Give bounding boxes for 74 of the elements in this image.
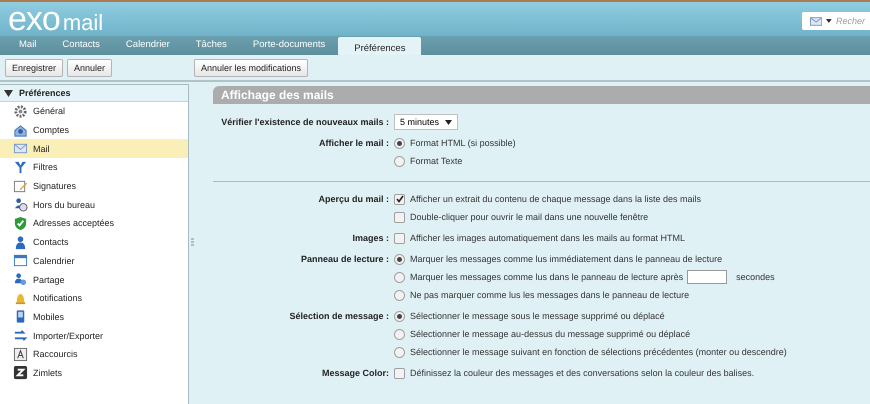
- radio-button[interactable]: [394, 254, 405, 264]
- option-label: Afficher un extrait du contenu de chaque message dans la liste des mails: [410, 194, 702, 204]
- item-icon: [13, 178, 28, 194]
- radio-button[interactable]: [394, 156, 405, 166]
- seconds-label: secondes: [736, 272, 775, 282]
- item-icon: [13, 104, 28, 119]
- toolbar-button[interactable]: Enregistrer: [5, 58, 64, 76]
- sidebar-item[interactable]: Comptes: [0, 120, 188, 140]
- item-icon: [13, 365, 28, 380]
- item-icon: [13, 234, 28, 250]
- checkbox[interactable]: [394, 194, 405, 204]
- search-field[interactable]: Recher: [802, 12, 870, 30]
- option-label: Définissez la couleur des messages et des conversations selon la couleur des balises.: [410, 368, 754, 378]
- radio-button[interactable]: [394, 310, 405, 322]
- radio-button[interactable]: [394, 346, 405, 358]
- setting-label: Afficher le mail :: [318, 137, 389, 150]
- interval-dropdown[interactable]: 5 minutes: [394, 114, 458, 130]
- setting-label: Panneau de lecture :: [300, 253, 389, 266]
- item-icon: [13, 272, 28, 288]
- checkbox[interactable]: [394, 368, 405, 378]
- setting-label: Images :: [352, 232, 389, 245]
- sidebar-item[interactable]: Mail: [0, 139, 188, 158]
- sidebar-item[interactable]: Contacts: [0, 232, 188, 252]
- sidebar-item[interactable]: Hors du bureau: [0, 195, 188, 214]
- sidebar-item[interactable]: Calendrier: [0, 252, 188, 270]
- setting-label: Vérifier l'existence de nouveaux mails :: [221, 116, 389, 129]
- sidebar-item[interactable]: Filtres: [0, 158, 188, 177]
- logo: exo mail: [7, 4, 104, 34]
- radio-button[interactable]: [394, 138, 405, 148]
- option-label: Marquer les messages comme lus immédiatement dans le panneau de lecture: [410, 254, 722, 264]
- nav-tab[interactable]: Préférences: [338, 37, 422, 55]
- setting-label: Aperçu du mail :: [318, 193, 389, 206]
- setting-label: Message Color:: [322, 367, 389, 380]
- caret-icon[interactable]: [826, 19, 832, 23]
- sidebar-item[interactable]: Importer/Exporter: [0, 326, 188, 345]
- toolbar-button[interactable]: Annuler: [67, 58, 112, 76]
- search-input[interactable]: Recher: [836, 16, 870, 26]
- sidebar-item[interactable]: Général: [0, 102, 188, 121]
- option-label: Double-cliquer pour ouvrir le mail dans une nouvelle fenêtre: [410, 212, 648, 222]
- item-icon: [13, 328, 28, 344]
- option-label: Format HTML (si possible): [410, 138, 516, 148]
- checkbox[interactable]: [394, 212, 405, 222]
- seconds-field[interactable]: [687, 270, 728, 284]
- item-icon: [13, 160, 28, 175]
- option-label: Marquer les messages comme lus dans le panneau de lecture après: [410, 272, 684, 282]
- item-icon: [13, 253, 28, 268]
- collapse-icon[interactable]: [4, 88, 13, 98]
- checkbox[interactable]: [394, 232, 405, 244]
- panel-title: Affichage des mails: [213, 86, 870, 104]
- item-icon: [13, 346, 28, 362]
- resize-handle[interactable]: [190, 238, 194, 248]
- option-label: Sélectionner le message au-dessus du message supprimé ou déplacé: [410, 329, 690, 339]
- item-icon: [13, 122, 28, 138]
- sidebar-item[interactable]: Notifications: [0, 288, 188, 308]
- sidebar-title: Préférences: [19, 88, 71, 98]
- sidebar-item[interactable]: Zimlets: [0, 364, 188, 382]
- sidebar-item[interactable]: Adresses acceptées: [0, 214, 188, 233]
- option-label: Sélectionner le message sous le message supprimé ou déplacé: [410, 311, 665, 321]
- caret-icon: [445, 120, 452, 124]
- sidebar-item[interactable]: Signatures: [0, 176, 188, 196]
- sidebar-item[interactable]: Partage: [0, 270, 188, 289]
- option-label: Format Texte: [410, 156, 462, 166]
- radio-button[interactable]: [394, 290, 405, 300]
- toolbar-button[interactable]: Annuler les modifications: [194, 58, 308, 76]
- option-label: Sélectionner le message suivant en fonction de sélections précédentes (monter ou descendre): [410, 347, 787, 357]
- radio-button[interactable]: [394, 328, 405, 340]
- item-icon: [13, 216, 28, 231]
- option-label: Afficher les images automatiquement dans les mails au format HTML: [410, 233, 685, 243]
- setting-label: Sélection de message :: [289, 310, 389, 323]
- radio-button[interactable]: [394, 272, 405, 282]
- sidebar-item[interactable]: Mobiles: [0, 308, 188, 326]
- option-label: Ne pas marquer comme lus les messages dans le panneau de lecture: [410, 290, 690, 300]
- item-icon: [13, 197, 28, 212]
- sidebar-item[interactable]: Raccourcis: [0, 344, 188, 364]
